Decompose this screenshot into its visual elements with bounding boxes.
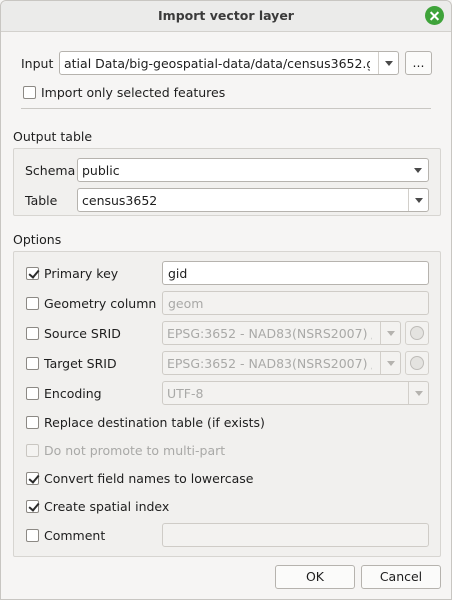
- lowercase-checkbox[interactable]: [26, 472, 39, 485]
- input-combo[interactable]: atial Data/big-geospatial-data/data/cens…: [59, 51, 399, 75]
- geometry-column-checkbox[interactable]: [26, 297, 39, 310]
- replace-table-label: Replace destination table (if exists): [44, 415, 265, 430]
- cancel-button[interactable]: Cancel: [361, 565, 441, 589]
- options-heading: Options: [13, 232, 62, 247]
- crs-globe-icon: [410, 356, 424, 370]
- chevron-down-icon[interactable]: [408, 382, 428, 404]
- schema-value: public: [82, 163, 120, 178]
- source-srid-select-button[interactable]: [405, 321, 429, 345]
- chevron-down-icon[interactable]: [380, 322, 400, 344]
- import-selected-label: Import only selected features: [41, 85, 226, 100]
- comment-checkbox[interactable]: [26, 529, 39, 542]
- chevron-down-icon[interactable]: [408, 159, 428, 181]
- encoding-label: Encoding: [44, 386, 102, 401]
- primary-key-checkbox[interactable]: [26, 267, 39, 280]
- chevron-down-icon[interactable]: [378, 52, 398, 74]
- target-srid-value: EPSG:3652 - NAD83(NSRS2007) / Pen: [167, 356, 372, 371]
- spatial-index-label: Create spatial index: [44, 499, 170, 514]
- dialog-title: Import vector layer: [158, 8, 294, 23]
- output-table-heading: Output table: [13, 129, 93, 144]
- close-icon[interactable]: [425, 6, 444, 25]
- target-srid-combo[interactable]: EPSG:3652 - NAD83(NSRS2007) / Pen: [162, 351, 401, 375]
- table-combo[interactable]: census3652: [77, 188, 429, 212]
- input-value: atial Data/big-geospatial-data/data/cens…: [64, 56, 370, 71]
- target-srid-label: Target SRID: [44, 356, 117, 371]
- source-srid-label: Source SRID: [44, 326, 121, 341]
- encoding-combo[interactable]: UTF-8: [162, 381, 429, 405]
- chevron-down-icon[interactable]: [408, 189, 428, 211]
- browse-button[interactable]: ...: [405, 51, 432, 75]
- no-promote-checkbox[interactable]: [26, 444, 39, 457]
- encoding-value: UTF-8: [167, 386, 204, 401]
- geometry-column-label: Geometry column: [44, 296, 157, 311]
- target-srid-checkbox[interactable]: [26, 357, 39, 370]
- comment-label: Comment: [44, 528, 106, 543]
- separator: [21, 108, 431, 109]
- table-value: census3652: [82, 193, 158, 208]
- source-srid-checkbox[interactable]: [26, 327, 39, 340]
- lowercase-label: Convert field names to lowercase: [44, 471, 254, 486]
- target-srid-select-button[interactable]: [405, 351, 429, 375]
- encoding-checkbox[interactable]: [26, 387, 39, 400]
- replace-table-checkbox[interactable]: [26, 416, 39, 429]
- ok-button[interactable]: OK: [275, 565, 355, 589]
- crs-globe-icon: [410, 326, 424, 340]
- comment-input[interactable]: [162, 523, 429, 547]
- primary-key-input[interactable]: gid: [162, 261, 429, 285]
- no-promote-label: Do not promote to multi-part: [44, 443, 226, 458]
- schema-label: Schema: [25, 163, 76, 178]
- schema-combo[interactable]: public: [77, 158, 429, 182]
- input-label: Input: [21, 56, 54, 71]
- primary-key-label: Primary key: [44, 266, 119, 281]
- source-srid-combo[interactable]: EPSG:3652 - NAD83(NSRS2007) / Pen: [162, 321, 401, 345]
- import-selected-checkbox[interactable]: [23, 86, 36, 99]
- title-bar: Import vector layer: [1, 1, 451, 32]
- geometry-column-input[interactable]: geom: [162, 291, 429, 315]
- chevron-down-icon[interactable]: [380, 352, 400, 374]
- import-vector-layer-dialog: Import vector layer Input atial Data/big…: [0, 0, 452, 600]
- source-srid-value: EPSG:3652 - NAD83(NSRS2007) / Pen: [167, 326, 372, 341]
- table-label: Table: [25, 193, 58, 208]
- spatial-index-checkbox[interactable]: [26, 500, 39, 513]
